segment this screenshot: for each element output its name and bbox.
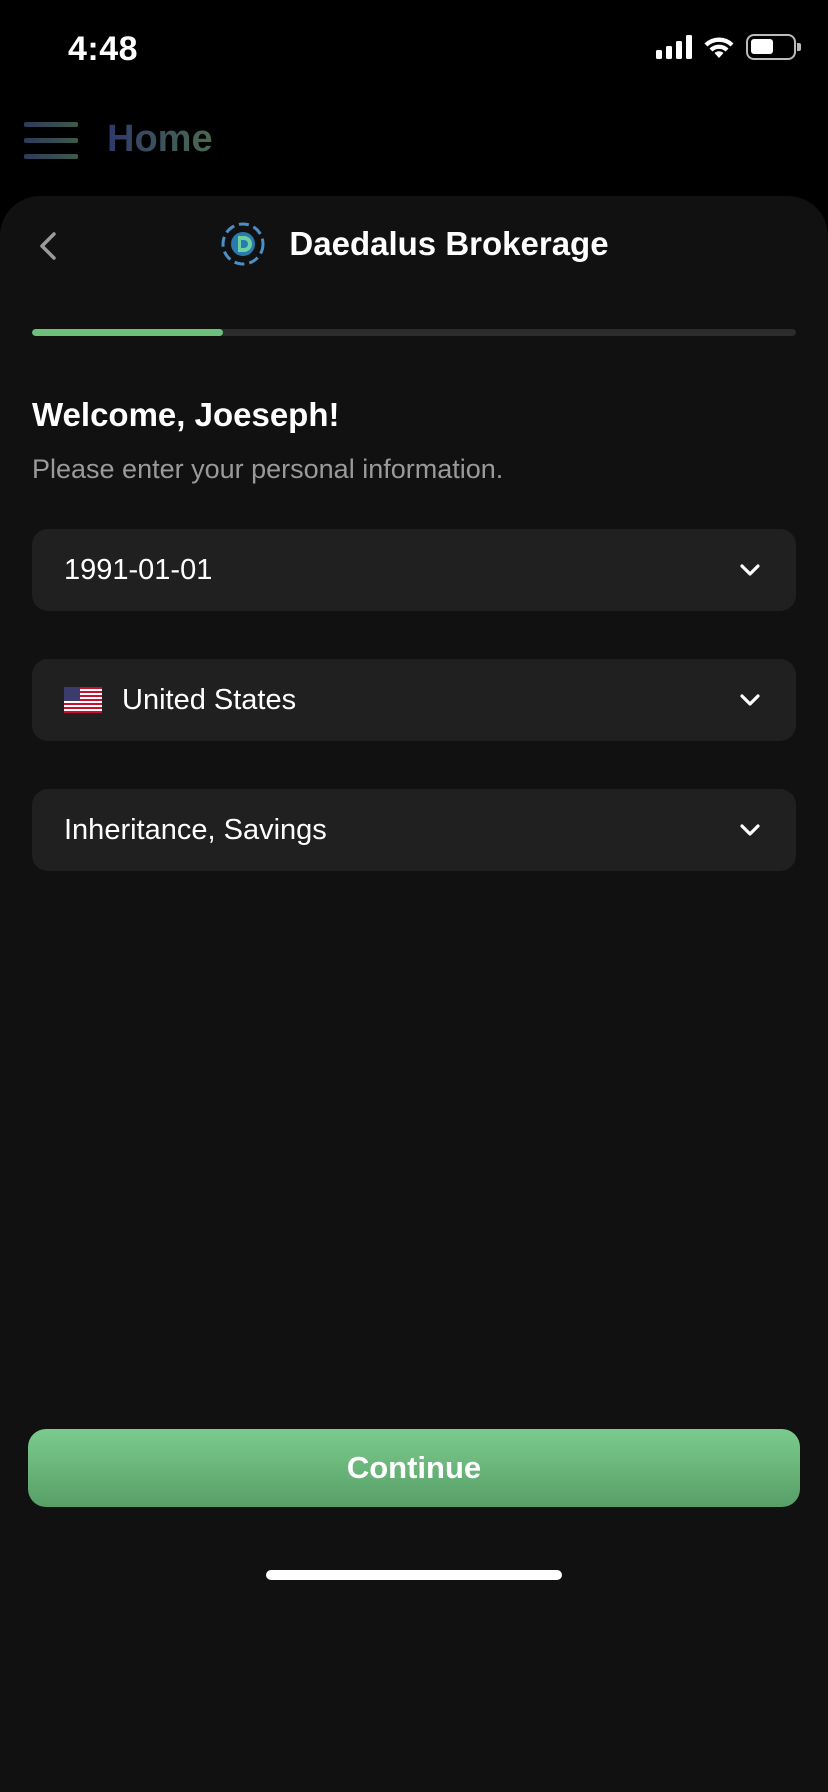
brand-name: Daedalus Brokerage bbox=[289, 225, 609, 262]
cellular-signal-icon bbox=[656, 35, 692, 59]
home-indicator[interactable] bbox=[266, 1570, 562, 1580]
birthdate-select[interactable]: 1991-01-01 bbox=[32, 529, 796, 611]
progress-fill bbox=[32, 329, 223, 336]
status-bar: 4:48 bbox=[0, 0, 828, 100]
continue-button[interactable]: Continue bbox=[28, 1429, 800, 1507]
welcome-title: Welcome, Joeseph! bbox=[32, 396, 340, 433]
nav-title: Home bbox=[107, 118, 213, 160]
chevron-down-icon bbox=[740, 564, 760, 576]
top-nav: Home bbox=[0, 100, 828, 196]
us-flag-icon bbox=[64, 687, 102, 713]
welcome-subtitle: Please enter your personal information. bbox=[32, 454, 504, 484]
chevron-down-icon bbox=[740, 824, 760, 836]
progress-bar bbox=[32, 329, 796, 336]
chevron-down-icon bbox=[740, 694, 760, 706]
hamburger-menu-icon[interactable] bbox=[24, 122, 78, 160]
funds-source-select[interactable]: Inheritance, Savings bbox=[32, 789, 796, 871]
country-select[interactable]: United States bbox=[32, 659, 796, 741]
brand-header: Daedalus Brokerage bbox=[0, 220, 828, 268]
funds-source-value: Inheritance, Savings bbox=[64, 813, 327, 846]
status-icons bbox=[656, 34, 801, 60]
birthdate-value: 1991-01-01 bbox=[64, 553, 213, 586]
wifi-icon bbox=[704, 37, 734, 58]
country-value: United States bbox=[122, 683, 297, 716]
daedalus-logo-icon bbox=[221, 222, 265, 266]
onboarding-sheet: Daedalus Brokerage Welcome, Joeseph! Ple… bbox=[0, 196, 828, 1792]
battery-icon bbox=[746, 34, 801, 60]
status-time: 4:48 bbox=[68, 30, 139, 68]
